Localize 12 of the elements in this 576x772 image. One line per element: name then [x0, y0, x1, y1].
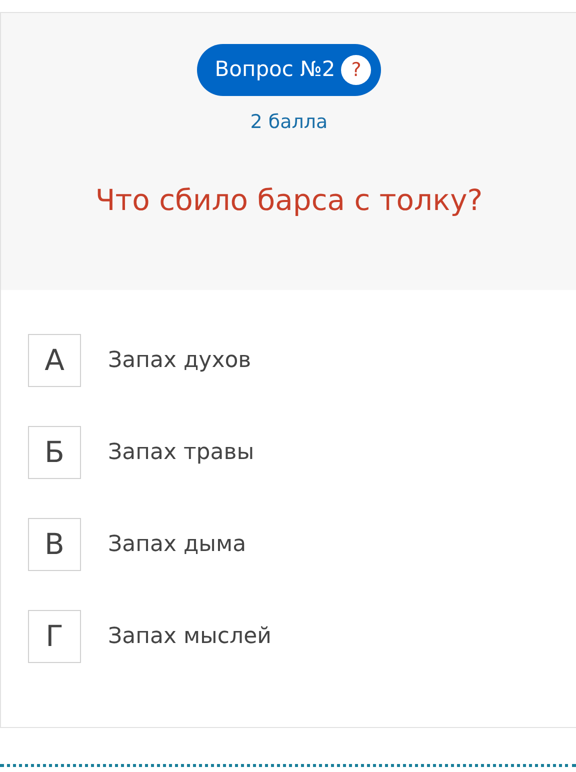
answer-letter-option[interactable]: Г — [28, 610, 81, 663]
answer-letter-option[interactable]: Б — [28, 426, 81, 479]
points-label: 2 балла — [250, 110, 328, 135]
help-button[interactable]: ? — [341, 55, 372, 85]
answer-text: Запах мыслей — [108, 623, 272, 651]
question-number: Вопрос №2 — [214, 56, 336, 84]
answer-text: Запах духов — [108, 347, 252, 375]
answer-letter-option[interactable]: А — [28, 334, 81, 387]
answer-text: Запах дыма — [108, 531, 246, 559]
question-text: Что сбило барса с толку? — [95, 182, 483, 218]
answer-text: Запах травы — [108, 439, 254, 467]
answer-letter-option[interactable]: В — [28, 518, 81, 571]
